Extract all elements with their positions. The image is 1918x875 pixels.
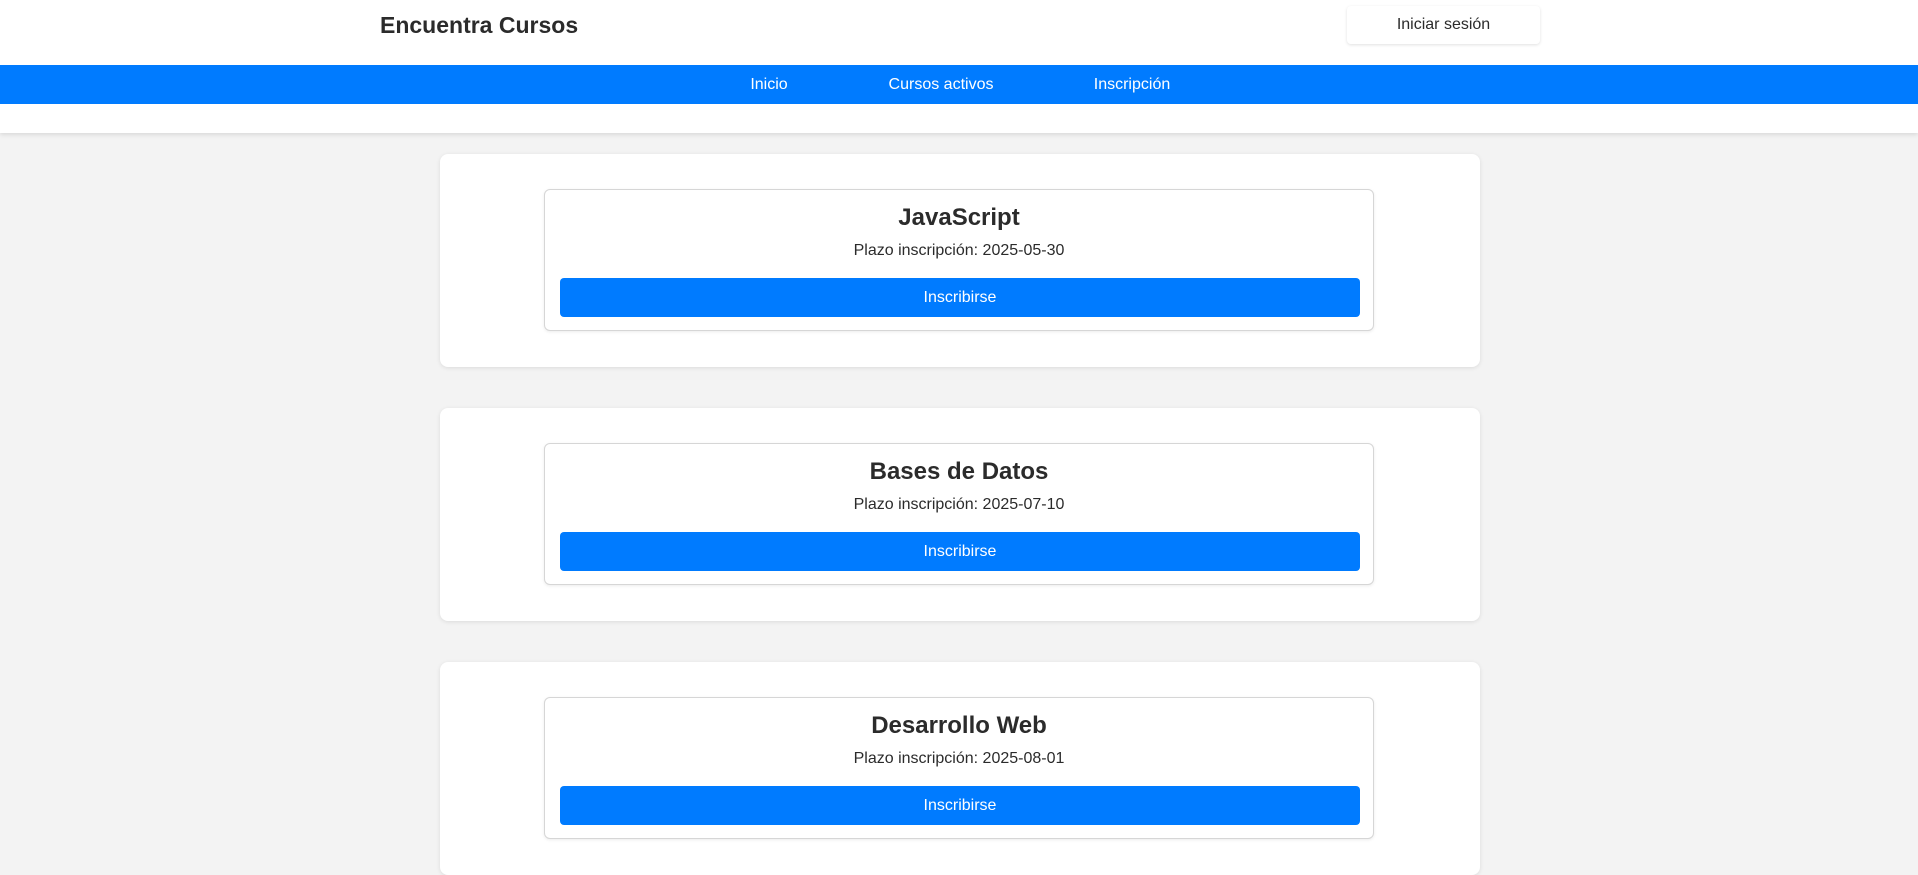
nav-link-cursos-activos[interactable]: Cursos activos <box>889 65 994 104</box>
site-header: Encuentra Cursos Iniciar sesión Inicio C… <box>0 0 1918 133</box>
course-panel: Bases de Datos Plazo inscripción: 2025-0… <box>440 408 1480 621</box>
course-title: Bases de Datos <box>869 458 1049 485</box>
course-panel: Desarrollo Web Plazo inscripción: 2025-0… <box>440 662 1480 875</box>
login-button[interactable]: Iniciar sesión <box>1347 6 1540 44</box>
course-card: Desarrollo Web Plazo inscripción: 2025-0… <box>544 697 1374 839</box>
course-card: Bases de Datos Plazo inscripción: 2025-0… <box>544 443 1374 585</box>
course-card: JavaScript Plazo inscripción: 2025-05-30… <box>544 189 1374 331</box>
enroll-button[interactable]: Inscribirse <box>560 532 1360 571</box>
enroll-button[interactable]: Inscribirse <box>560 278 1360 317</box>
nav-link-inicio[interactable]: Inicio <box>750 65 787 104</box>
course-title: Desarrollo Web <box>871 712 1047 739</box>
site-title: Encuentra Cursos <box>380 12 579 38</box>
enroll-button[interactable]: Inscribirse <box>560 786 1360 825</box>
main-nav: Inicio Cursos activos Inscripción <box>0 65 1918 104</box>
course-deadline: Plazo inscripción: 2025-05-30 <box>853 242 1065 259</box>
course-deadline: Plazo inscripción: 2025-08-01 <box>853 750 1065 767</box>
course-panel: JavaScript Plazo inscripción: 2025-05-30… <box>440 154 1480 367</box>
nav-link-inscripcion[interactable]: Inscripción <box>1094 65 1170 104</box>
course-title: JavaScript <box>898 204 1020 231</box>
course-deadline: Plazo inscripción: 2025-07-10 <box>853 496 1065 513</box>
